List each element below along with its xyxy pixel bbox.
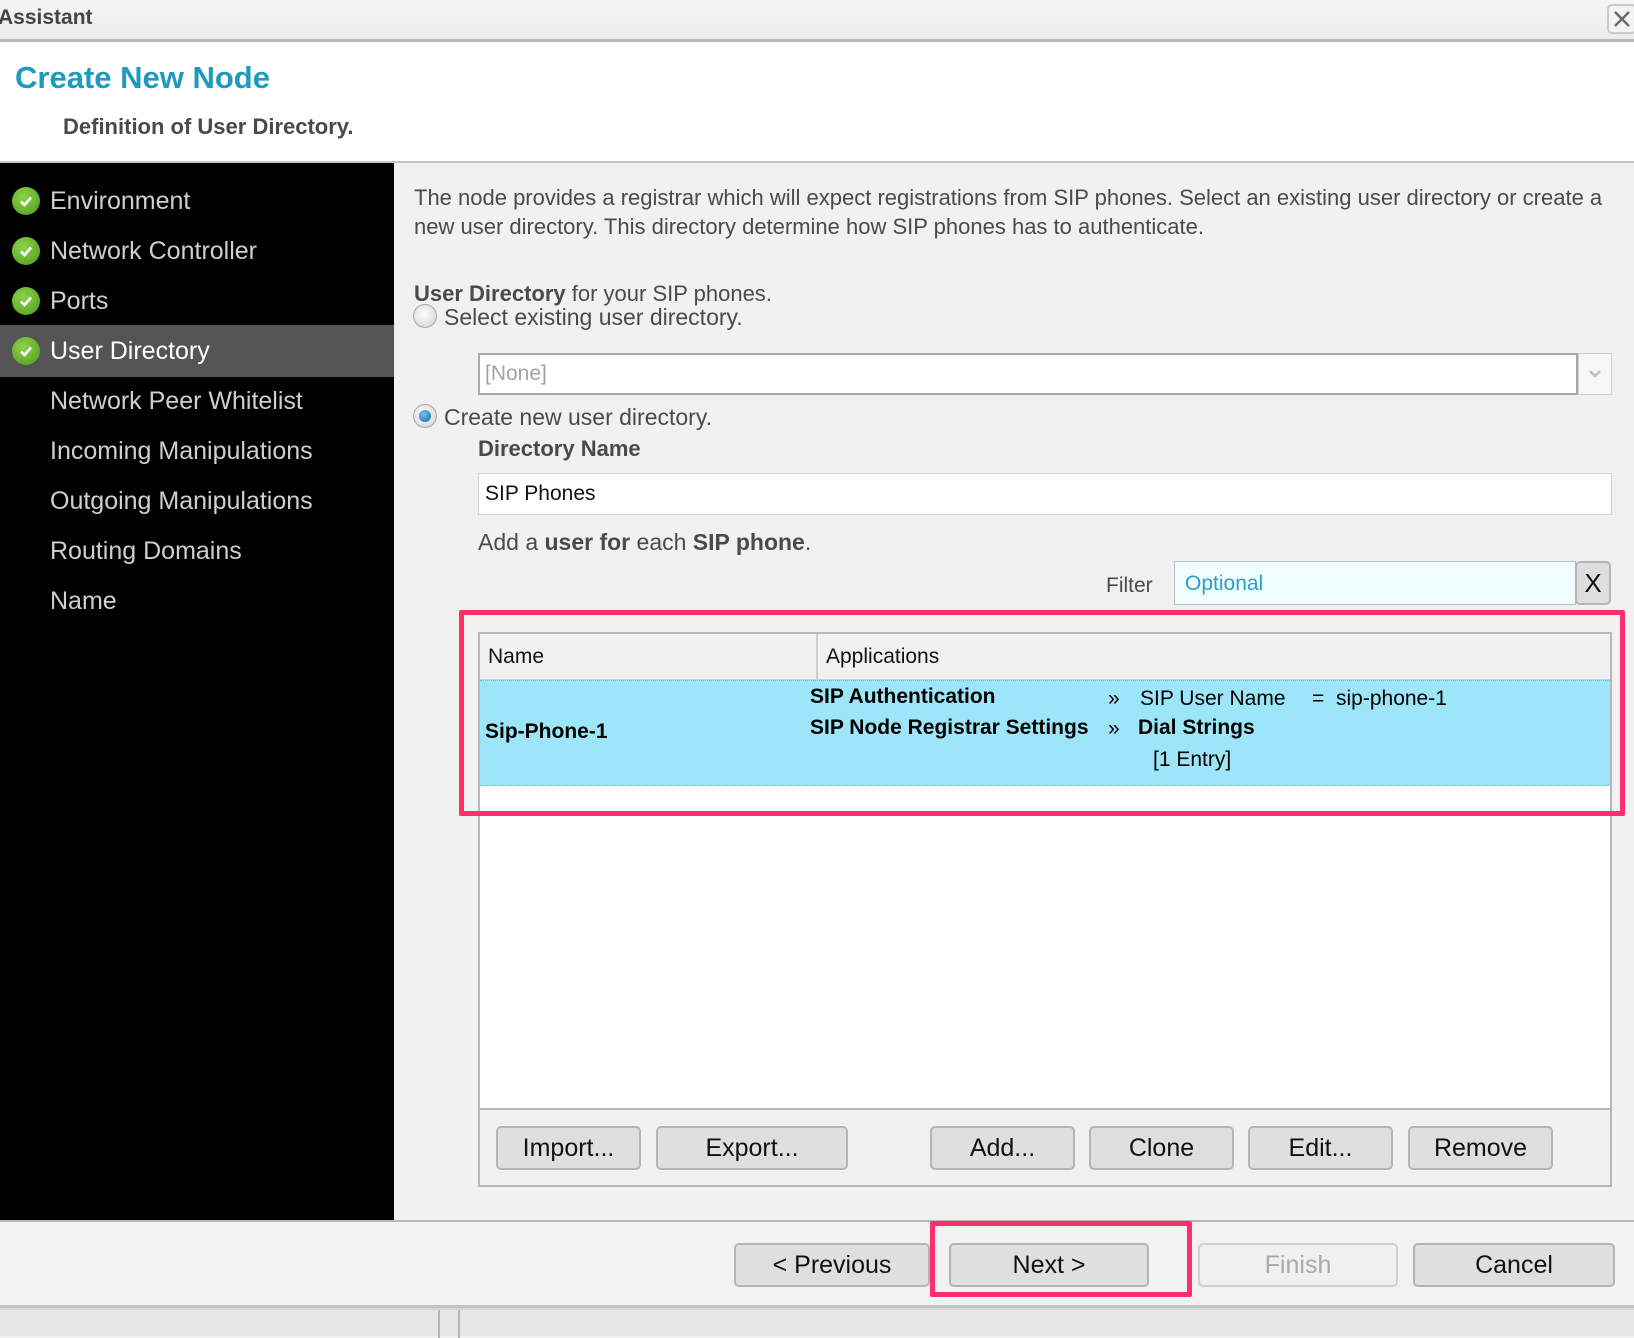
existing-directory-select[interactable]: [None]: [478, 353, 1578, 395]
existing-directory-dropdown-button[interactable]: [1578, 353, 1612, 395]
next-button[interactable]: Next >: [949, 1243, 1149, 1287]
filter-input[interactable]: Optional: [1174, 561, 1576, 605]
window-title: Assistant: [0, 6, 93, 29]
cancel-button[interactable]: Cancel: [1413, 1243, 1615, 1287]
import-button[interactable]: Import...: [496, 1126, 641, 1170]
column-header-applications[interactable]: Applications: [818, 634, 1608, 680]
sidebar-item-label: Name: [50, 586, 117, 615]
edit-button[interactable]: Edit...: [1248, 1126, 1393, 1170]
sidebar-item-user-directory[interactable]: User Directory: [0, 325, 394, 377]
window-titlebar: Assistant: [0, 0, 1634, 42]
add-button[interactable]: Add...: [930, 1126, 1075, 1170]
app-value: sip-phone-1: [1336, 687, 1447, 710]
table-row[interactable]: Sip-Phone-1 SIP Authentication » SIP Use…: [480, 680, 1610, 786]
check-icon: [12, 337, 40, 365]
close-icon: [1614, 11, 1630, 27]
sidebar-item-label: Routing Domains: [50, 536, 242, 565]
check-icon: [12, 237, 40, 265]
directory-name-label: Directory Name: [478, 436, 641, 461]
create-new-label[interactable]: Create new user directory.: [444, 404, 712, 431]
export-button[interactable]: Export...: [656, 1126, 848, 1170]
sidebar-item-environment[interactable]: Environment: [0, 175, 394, 227]
wizard-footer: < Previous Next > Finish Cancel: [0, 1220, 1634, 1308]
status-bar-separator: [438, 1310, 460, 1338]
page-title: Create New Node: [15, 60, 270, 95]
arrow-separator: »: [1108, 687, 1120, 710]
previous-button[interactable]: < Previous: [734, 1243, 930, 1287]
sidebar-item-label: Environment: [50, 186, 191, 215]
add-user-hint: Add a user for each SIP phone.: [478, 529, 811, 556]
finish-button: Finish: [1198, 1243, 1398, 1287]
equals-separator: =: [1312, 687, 1325, 710]
sidebar-item-incoming-manipulations[interactable]: Incoming Manipulations: [0, 425, 394, 477]
close-button[interactable]: [1607, 4, 1634, 34]
user-directory-label-bold: User Directory: [414, 281, 566, 306]
app-key: Dial Strings: [1138, 716, 1255, 739]
sidebar-item-network-peer-whitelist[interactable]: Network Peer Whitelist: [0, 375, 394, 427]
app-key: SIP User Name: [1140, 687, 1286, 710]
directory-name-input[interactable]: SIP Phones: [478, 473, 1612, 515]
check-icon: [12, 287, 40, 315]
hint-text: Add a: [478, 529, 545, 555]
app-value: [1 Entry]: [1153, 748, 1232, 771]
table-button-bar: Import... Export... Add... Clone Edit...…: [478, 1110, 1612, 1187]
sidebar-item-network-controller[interactable]: Network Controller: [0, 225, 394, 277]
remove-button[interactable]: Remove: [1408, 1126, 1553, 1170]
hint-bold: user for: [544, 529, 631, 555]
hint-text: .: [804, 529, 812, 555]
check-icon: [12, 187, 40, 215]
app-name: SIP Authentication: [810, 685, 996, 708]
clone-button[interactable]: Clone: [1089, 1126, 1234, 1170]
sidebar-item-name[interactable]: Name: [0, 575, 394, 627]
wizard-steps-sidebar: Environment Network Controller Ports Use…: [0, 163, 394, 1220]
status-bar: [0, 1308, 1634, 1338]
sidebar-item-label: Outgoing Manipulations: [50, 486, 313, 515]
sidebar-item-label: User Directory: [50, 336, 210, 365]
sidebar-item-outgoing-manipulations[interactable]: Outgoing Manipulations: [0, 475, 394, 527]
select-existing-radio[interactable]: [413, 304, 437, 328]
column-header-name[interactable]: Name: [480, 634, 818, 680]
table-header: Name Applications: [480, 634, 1610, 680]
directory-name-value: SIP Phones: [485, 482, 596, 505]
page-subtitle: Definition of User Directory.: [63, 114, 354, 139]
sidebar-item-label: Network Peer Whitelist: [50, 386, 303, 415]
chevron-down-icon: [1589, 370, 1601, 378]
hint-text: each: [630, 529, 693, 555]
description-text: The node provides a registrar which will…: [414, 185, 1603, 239]
sidebar-item-label: Incoming Manipulations: [50, 436, 313, 465]
select-existing-label[interactable]: Select existing user directory.: [444, 304, 743, 331]
sidebar-item-label: Ports: [50, 286, 109, 315]
sidebar-item-label: Network Controller: [50, 236, 258, 265]
wizard-content: The node provides a registrar which will…: [394, 163, 1634, 1220]
create-new-radio[interactable]: [413, 404, 437, 428]
filter-placeholder: Optional: [1185, 572, 1264, 595]
existing-directory-value: [None]: [485, 362, 547, 385]
users-table: Name Applications Sip-Phone-1 SIP Authen…: [478, 632, 1612, 1110]
app-name: SIP Node Registrar Settings: [810, 716, 1089, 739]
filter-clear-button[interactable]: X: [1575, 561, 1611, 605]
sidebar-item-routing-domains[interactable]: Routing Domains: [0, 525, 394, 577]
hint-bold: SIP phone: [692, 529, 805, 555]
row-name: Sip-Phone-1: [485, 720, 608, 743]
arrow-separator: »: [1108, 717, 1120, 740]
filter-label: Filter: [1106, 574, 1153, 597]
wizard-header: Create New Node Definition of User Direc…: [0, 42, 1634, 163]
sidebar-item-ports[interactable]: Ports: [0, 275, 394, 327]
user-directory-label-rest: for your SIP phones.: [565, 281, 772, 306]
